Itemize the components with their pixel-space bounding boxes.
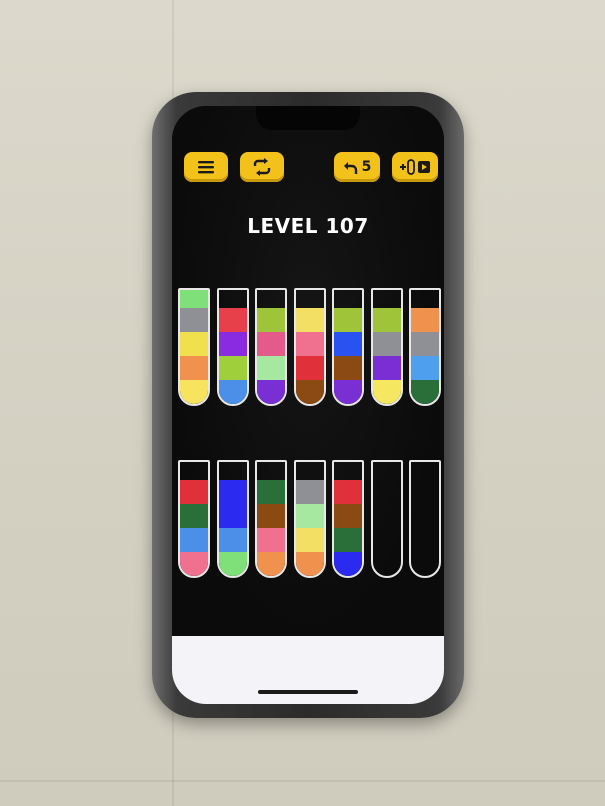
liquid-layer: [411, 356, 439, 380]
game-area: 5 LEVEL 107: [172, 106, 444, 636]
liquid-layer: [180, 380, 208, 404]
liquid-layer: [257, 356, 285, 380]
liquid-layer: [180, 552, 208, 576]
liquid-layer: [295, 552, 324, 576]
test-tube[interactable]: [370, 460, 403, 578]
undo-count: 5: [361, 159, 372, 175]
add-tube-button[interactable]: [392, 152, 438, 182]
level-label: LEVEL: [247, 214, 319, 238]
liquid-layer: [180, 356, 208, 380]
add-tube-video-icon: [400, 159, 430, 175]
test-tube[interactable]: [370, 288, 403, 406]
test-tube[interactable]: [293, 460, 326, 578]
liquid-layer: [334, 380, 362, 404]
test-tube[interactable]: [216, 288, 249, 406]
liquid-layer: [295, 528, 324, 552]
liquid-layer: [257, 504, 285, 528]
test-tube[interactable]: [255, 288, 287, 406]
test-tube[interactable]: [216, 460, 249, 578]
liquid-layer: [180, 308, 208, 332]
level-number: 107: [325, 214, 369, 238]
liquid-layer: [334, 308, 362, 332]
liquid-layer: [180, 528, 208, 552]
liquid-layer: [257, 380, 285, 404]
hamburger-menu-icon: [198, 161, 214, 174]
liquid-layer: [295, 356, 324, 380]
liquid-layer: [257, 552, 285, 576]
camera-notch: [256, 106, 360, 130]
liquid-layer: [218, 504, 247, 528]
liquid-layer: [218, 528, 247, 552]
liquid-layer: [295, 308, 324, 332]
liquid-layer: [218, 480, 247, 504]
liquid-layer: [257, 528, 285, 552]
phone-screen: 5 LEVEL 107: [172, 106, 444, 704]
home-indicator[interactable]: [258, 690, 358, 694]
menu-button[interactable]: [184, 152, 228, 182]
phone: 5 LEVEL 107: [152, 92, 464, 718]
wall-seam: [0, 780, 605, 782]
test-tube[interactable]: [255, 460, 287, 578]
liquid-layer: [295, 504, 324, 528]
level-title: LEVEL 107: [172, 214, 444, 238]
liquid-layer: [257, 308, 285, 332]
liquid-layer: [372, 356, 401, 380]
liquid-layer: [411, 332, 439, 356]
test-tube[interactable]: [409, 288, 441, 406]
test-tube[interactable]: [178, 288, 210, 406]
undo-button[interactable]: 5: [334, 152, 380, 182]
liquid-layer: [411, 380, 439, 404]
test-tube[interactable]: [409, 460, 441, 578]
liquid-layer: [295, 480, 324, 504]
liquid-layer: [372, 332, 401, 356]
liquid-layer: [257, 480, 285, 504]
liquid-layer: [334, 552, 362, 576]
liquid-layer: [334, 528, 362, 552]
liquid-layer: [334, 332, 362, 356]
liquid-layer: [180, 480, 208, 504]
liquid-layer: [180, 504, 208, 528]
liquid-layer: [411, 308, 439, 332]
restart-arrows-icon: [253, 158, 271, 176]
test-tube[interactable]: [332, 288, 364, 406]
banner-area: [172, 636, 444, 704]
restart-button[interactable]: [240, 152, 284, 182]
undo-arrow-icon: [343, 162, 357, 174]
liquid-layer: [334, 504, 362, 528]
liquid-layer: [334, 480, 362, 504]
liquid-layer: [257, 332, 285, 356]
liquid-layer: [218, 308, 247, 332]
liquid-layer: [372, 308, 401, 332]
liquid-layer: [218, 380, 247, 404]
liquid-layer: [218, 332, 247, 356]
test-tube[interactable]: [178, 460, 210, 578]
liquid-layer: [180, 332, 208, 356]
liquid-layer: [218, 356, 247, 380]
liquid-layer: [295, 332, 324, 356]
liquid-layer: [372, 380, 401, 404]
liquid-layer: [180, 290, 208, 308]
liquid-layer: [334, 356, 362, 380]
test-tube[interactable]: [332, 460, 364, 578]
liquid-layer: [295, 380, 324, 404]
test-tube[interactable]: [293, 288, 326, 406]
liquid-layer: [218, 552, 247, 576]
